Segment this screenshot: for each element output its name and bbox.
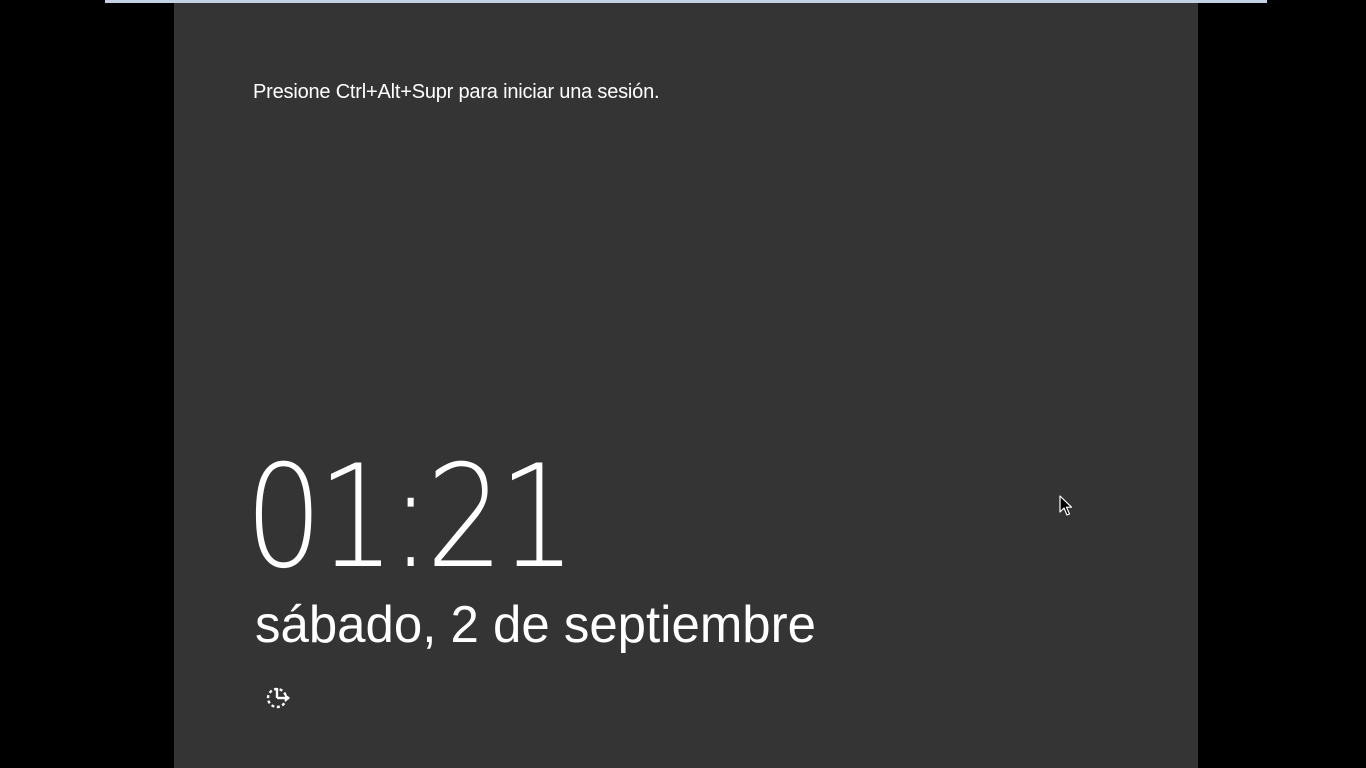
ease-of-access-icon[interactable]	[263, 681, 293, 711]
screen: Presione Ctrl+Alt+Supr para iniciar una …	[0, 0, 1366, 768]
clock-time: 01:21	[245, 435, 576, 600]
ctrl-alt-del-prompt: Presione Ctrl+Alt+Supr para iniciar una …	[253, 81, 660, 103]
mouse-pointer-icon	[1059, 495, 1073, 517]
clock-date: sábado, 2 de septiembre	[255, 596, 816, 654]
lock-screen-panel[interactable]: Presione Ctrl+Alt+Supr para iniciar una …	[174, 3, 1198, 768]
